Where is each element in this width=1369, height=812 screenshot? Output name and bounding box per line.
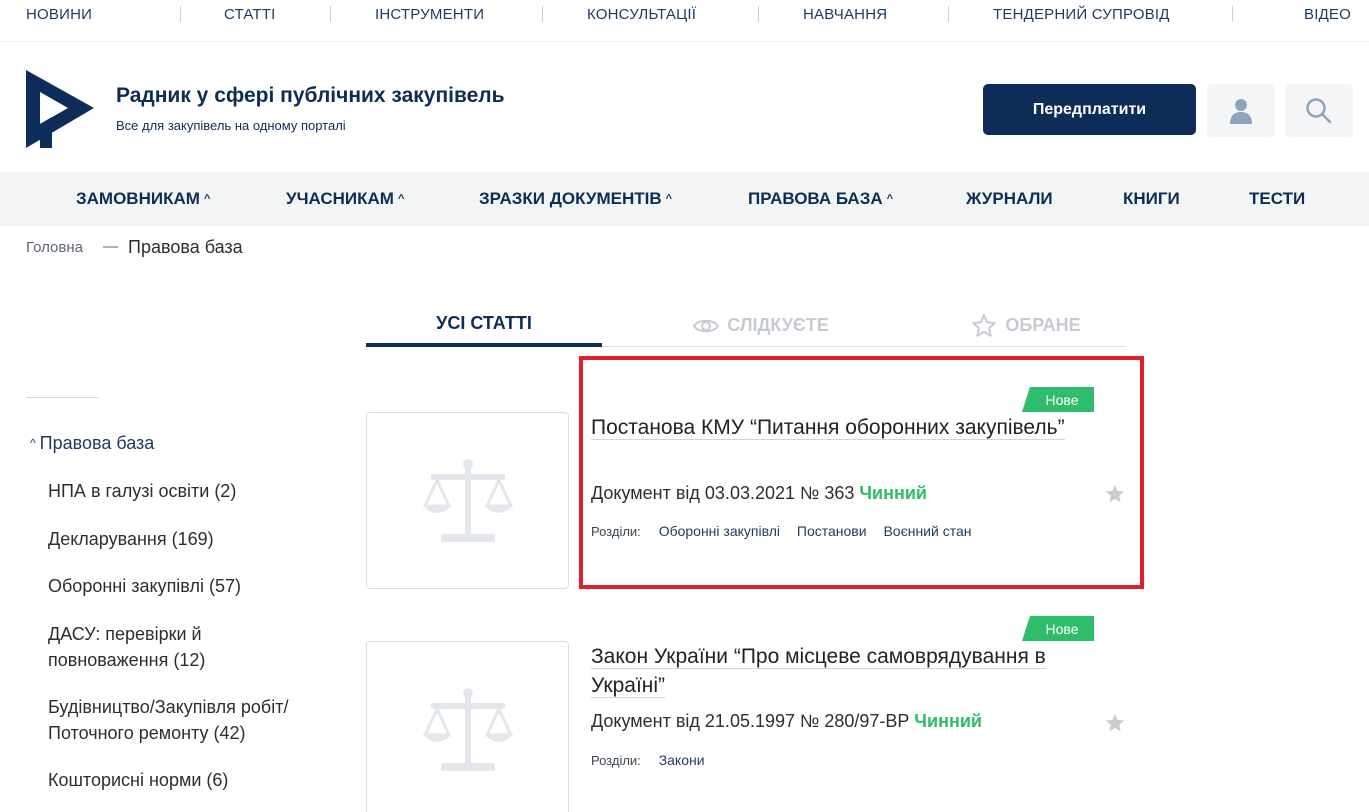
- eye-icon: [693, 319, 720, 332]
- article-thumbnail[interactable]: [366, 641, 569, 812]
- article-sections: Розділи: Закони: [591, 752, 718, 768]
- top-nav-training[interactable]: НАВЧАННЯ: [803, 6, 887, 23]
- doc-details: Документ від 21.05.1997 № 280/97-ВР: [591, 711, 910, 731]
- top-nav-tools[interactable]: ІНСТРУМЕНТИ: [375, 6, 484, 23]
- main-nav-customers[interactable]: ЗАМОВНИКАМ ^: [76, 189, 210, 209]
- main-nav-books[interactable]: КНИГИ: [1123, 189, 1180, 209]
- search-icon: [1306, 97, 1332, 123]
- highlight-box: [579, 356, 1144, 589]
- sidebar-item[interactable]: Оборонні закупівлі (57): [48, 573, 338, 599]
- main-nav-legal-base[interactable]: ПРАВОВА БАЗА ^: [748, 189, 893, 209]
- sidebar-item[interactable]: Кошторисні норми (6): [48, 767, 338, 793]
- star-icon: [972, 313, 997, 337]
- user-icon: [1230, 98, 1252, 124]
- top-nav-tender-support[interactable]: ТЕНДЕРНИЙ СУПРОВІД: [993, 6, 1170, 23]
- main-nav-label: ПРАВОВА БАЗА: [748, 189, 883, 208]
- chevron-up-icon: ^: [30, 436, 36, 450]
- tab-label: ОБРАНЕ: [1005, 315, 1081, 335]
- status-badge: Чинний: [914, 711, 982, 731]
- sidebar-item[interactable]: Декларування (169): [48, 526, 338, 552]
- search-button[interactable]: [1285, 84, 1353, 137]
- divider: [542, 6, 543, 22]
- chevron-up-icon: ^: [203, 193, 211, 205]
- sidebar-heading-label: Правова база: [39, 433, 155, 453]
- main-nav-tests[interactable]: ТЕСТИ: [1249, 189, 1305, 209]
- sidebar-item[interactable]: НПА в галузі освіти (2): [48, 478, 338, 504]
- article-title[interactable]: Закон України “Про місцеве самоврядуванн…: [591, 642, 1091, 700]
- subscribe-button[interactable]: Передплатити: [983, 84, 1196, 135]
- main-nav-label: УЧАСНИКАМ: [286, 189, 394, 208]
- divider: [1232, 6, 1233, 22]
- tab-favorites[interactable]: ОБРАНЕ: [926, 304, 1126, 347]
- section-link[interactable]: Закони: [659, 752, 705, 768]
- chevron-up-icon: ^: [397, 193, 405, 205]
- sidebar-item[interactable]: Будівництво/Закупівля робіт/ Поточного р…: [48, 694, 338, 746]
- new-badge: Нове: [1022, 616, 1094, 641]
- tab-all-articles[interactable]: УСІ СТАТТІ: [366, 304, 602, 347]
- top-nav-articles[interactable]: СТАТТІ: [224, 6, 276, 23]
- divider: [948, 6, 949, 22]
- tab-following[interactable]: СЛІДКУЄТЕ: [646, 304, 876, 347]
- main-nav-participants[interactable]: УЧАСНИКАМ ^: [286, 189, 404, 209]
- favorite-star-icon[interactable]: [1104, 712, 1126, 734]
- sidebar-item[interactable]: ДАСУ: перевірки й повноваження (12): [48, 621, 248, 673]
- breadcrumb-separator: —: [103, 238, 118, 255]
- top-nav-news[interactable]: НОВИНИ: [26, 6, 92, 23]
- scales-icon: [422, 458, 513, 542]
- sections-label: Розділи:: [591, 753, 641, 768]
- top-nav-video[interactable]: ВІДЕО: [1304, 6, 1351, 23]
- scales-icon: [422, 687, 513, 771]
- site-logo[interactable]: [26, 70, 94, 148]
- divider: [758, 6, 759, 22]
- article-tabs: УСІ СТАТТІ СЛІДКУЄТЕ ОБРАНЕ: [366, 304, 1126, 347]
- main-nav: ЗАМОВНИКАМ ^ УЧАСНИКАМ ^ ЗРАЗКИ ДОКУМЕНТІВ…: [0, 172, 1369, 226]
- breadcrumb-home[interactable]: Головна: [26, 239, 83, 256]
- divider: [180, 6, 181, 22]
- chevron-up-icon: ^: [886, 193, 894, 205]
- sidebar-heading[interactable]: ^ Правова база: [30, 433, 154, 454]
- article-doc-info: Документ від 21.05.1997 № 280/97-ВР Чинн…: [591, 711, 982, 732]
- user-button[interactable]: [1207, 84, 1275, 137]
- sidebar-divider: [26, 397, 99, 398]
- main-nav-label: ЗАМОВНИКАМ: [76, 189, 200, 208]
- article-thumbnail[interactable]: [366, 412, 569, 589]
- chevron-up-icon: ^: [665, 193, 673, 205]
- breadcrumb-current: Правова база: [128, 237, 243, 257]
- main-nav-journals[interactable]: ЖУРНАЛИ: [966, 189, 1053, 209]
- main-nav-label: ЗРАЗКИ ДОКУМЕНТІВ: [479, 189, 662, 208]
- tab-label: СЛІДКУЄТЕ: [727, 315, 829, 335]
- main-nav-templates[interactable]: ЗРАЗКИ ДОКУМЕНТІВ ^: [479, 189, 672, 209]
- article-title-text[interactable]: Закон України “Про місцеве самоврядуванн…: [591, 645, 1046, 698]
- site-subtitle: Все для закупівель на одному порталі: [116, 118, 346, 133]
- top-nav: НОВИНИ СТАТТІ ІНСТРУМЕНТИ КОНСУЛЬТАЦІЇ Н…: [0, 0, 1369, 42]
- site-title[interactable]: Радник у сфері публічних закупівель: [116, 84, 505, 108]
- top-nav-consultations[interactable]: КОНСУЛЬТАЦІЇ: [587, 6, 696, 23]
- divider: [330, 6, 331, 22]
